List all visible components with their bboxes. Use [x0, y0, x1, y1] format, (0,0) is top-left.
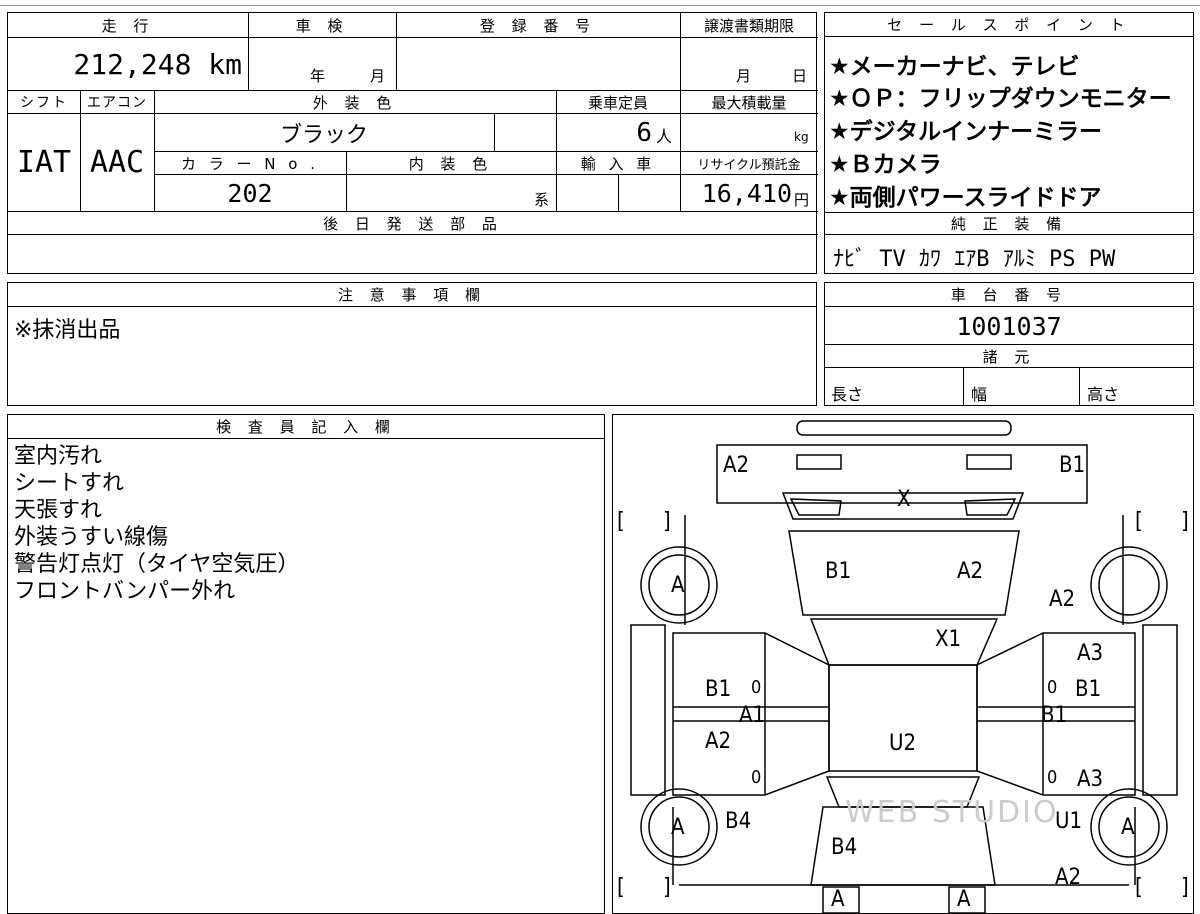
inspector-note-2: シートすれ: [14, 471, 125, 496]
damage-hood-right: A2: [957, 559, 984, 584]
spec-length: 長さ: [831, 385, 864, 404]
aircon-value: AAC: [89, 145, 145, 180]
caution-box: 注 意 事 項 欄 ※抹消出品: [7, 282, 817, 406]
aircon-header: エアコン: [87, 95, 147, 111]
color-no-value: 202: [227, 178, 273, 208]
shift-header: シフト: [20, 95, 68, 111]
capacity-unit: 人: [656, 127, 673, 146]
bracket-front-left-close: ]: [663, 509, 671, 534]
sales-point-2: ★ＯＰ：フリップダウンモニター: [829, 86, 1172, 112]
damage-front-fender-right: A2: [1049, 587, 1076, 612]
damage-windshield: X: [897, 487, 911, 512]
spec-height: 高さ: [1087, 385, 1120, 404]
bracket-front-right-close: ]: [1181, 509, 1189, 534]
capacity-header: 乗車定員: [587, 93, 648, 112]
chassis-box: 車 台 番 号 1001037 諸 元 長さ 幅 高さ: [824, 282, 1194, 406]
transfer-day: 日: [792, 67, 808, 85]
inspector-note-6: フロントバンパー外れ: [14, 579, 236, 604]
interior-color-header: 内 装 色: [408, 154, 494, 173]
exterior-color-value: ブラック: [279, 122, 368, 148]
damage-diagram-box: [ ] [ ] [ ] [ ] A2 B1 X B1 A2 A2 X1 A3 B…: [612, 414, 1194, 914]
sales-points-box: セ ー ル ス ポ イ ン ト ★メーカーナビ、テレビ ★ＯＰ：フリップダウンモ…: [824, 12, 1194, 274]
later-parts-header: 後 日 発 送 部 品: [323, 214, 503, 233]
count-rear-door-right: 0: [1047, 767, 1058, 788]
vehicle-info-table: 走 行 車 検 登 録 番 号 譲渡書類期限 212,248 km 年 月 月 …: [7, 12, 818, 274]
bracket-front-right-open: [: [1135, 509, 1143, 534]
spec-width: 幅: [971, 385, 988, 404]
inspection-header: 車 検: [295, 16, 349, 35]
transfer-month: 月: [736, 67, 752, 85]
interior-suffix: 系: [534, 191, 550, 209]
damage-front-door-right: A3: [1077, 641, 1104, 666]
damage-front-door-left: B1: [705, 677, 732, 702]
sales-points-header: セ ー ル ス ポ イ ン ト: [825, 13, 1193, 37]
damage-rear-right: A2: [1055, 865, 1082, 890]
inspection-year: 年: [310, 67, 326, 85]
damage-front-door-right-b1: B1: [1075, 677, 1102, 702]
equipment-value: ﾅﾋﾞ TV ｶﾜ ｴｱB ｱﾙﾐ PS PW: [833, 247, 1116, 272]
import-header: 輸 入 車: [580, 154, 656, 173]
inspector-note-1: 室内汚れ: [14, 444, 103, 469]
sales-point-3: ★デジタルインナーミラー: [829, 119, 1103, 145]
damage-front-right: B1: [1059, 453, 1086, 478]
damage-rear-fender-right: U1: [1055, 809, 1083, 834]
watermark: WEB STUDIO: [845, 795, 1059, 830]
max-load-unit: kg: [794, 130, 809, 144]
damage-wheel-rear-right: A: [1121, 815, 1135, 840]
mileage-value: 212,248 km: [73, 47, 242, 81]
damage-front-left: A2: [723, 453, 750, 478]
bracket-rear-right-open: [: [1135, 875, 1143, 900]
exterior-color-header: 外 装 色: [312, 93, 398, 112]
shift-value: IAT: [16, 145, 72, 180]
transfer-deadline-header: 譲渡書類期限: [703, 16, 794, 35]
damage-rear-door-left: A2: [705, 729, 732, 754]
color-no-header: カ ラ ー N o .: [180, 154, 319, 173]
mileage-header: 走 行: [101, 16, 155, 35]
sales-point-4: ★Ｂカメラ: [829, 152, 942, 178]
recycle-unit: 円: [794, 191, 810, 209]
count-front-door-right: 0: [1047, 677, 1058, 698]
damage-hood-left: B1: [825, 559, 852, 584]
count-front-door-left: 0: [751, 677, 762, 698]
damage-front-roof: X1: [935, 627, 962, 652]
damage-roof: U2: [889, 731, 917, 756]
damage-rear-door-right: A3: [1077, 767, 1104, 792]
inspector-note-3: 天張すれ: [14, 498, 103, 523]
sales-point-1: ★メーカーナビ、テレビ: [829, 54, 1080, 80]
sales-point-5: ★両側パワースライドドア: [829, 185, 1102, 211]
registration-header: 登 録 番 号: [479, 16, 597, 35]
count-rear-door-left: 0: [751, 767, 762, 788]
caution-header: 注 意 事 項 欄: [8, 283, 816, 307]
bracket-rear-right-close: ]: [1181, 875, 1189, 900]
inspector-header: 検 査 員 記 入 欄: [8, 415, 604, 439]
bracket-rear-left-close: ]: [663, 875, 671, 900]
bracket-front-left-open: [: [617, 509, 625, 534]
chassis-value: 1001037: [956, 311, 1062, 341]
equipment-header: 純 正 装 備: [825, 213, 1193, 235]
damage-wheel-front-left: A: [671, 573, 685, 598]
recycle-header: リサイクル預託金: [697, 157, 801, 173]
specs-header: 諸 元: [825, 344, 1193, 368]
recycle-value: 16,410: [701, 178, 792, 208]
inspector-note-5: 警告灯点灯（タイヤ空気圧）: [14, 552, 300, 577]
damage-right-sill: B1: [1041, 703, 1068, 728]
damage-wheel-rear-left: A: [671, 815, 685, 840]
damage-left-sill: A1: [739, 703, 766, 728]
bracket-rear-left-open: [: [617, 875, 625, 900]
caution-text: ※抹消出品: [14, 318, 121, 343]
damage-tailgate: B4: [831, 835, 858, 860]
inspector-note-4: 外装うすい線傷: [14, 525, 169, 550]
inspection-month: 月: [370, 67, 386, 85]
top-border-strip: [0, 0, 1200, 6]
max-load-header: 最大積載量: [711, 93, 787, 112]
chassis-header: 車 台 番 号: [825, 283, 1193, 307]
inspector-box: 検 査 員 記 入 欄 室内汚れ シートすれ 天張すれ 外装うすい線傷 警告灯点…: [7, 414, 605, 914]
capacity-value: 6: [636, 117, 652, 148]
damage-rear-fender-left: B4: [725, 809, 752, 834]
